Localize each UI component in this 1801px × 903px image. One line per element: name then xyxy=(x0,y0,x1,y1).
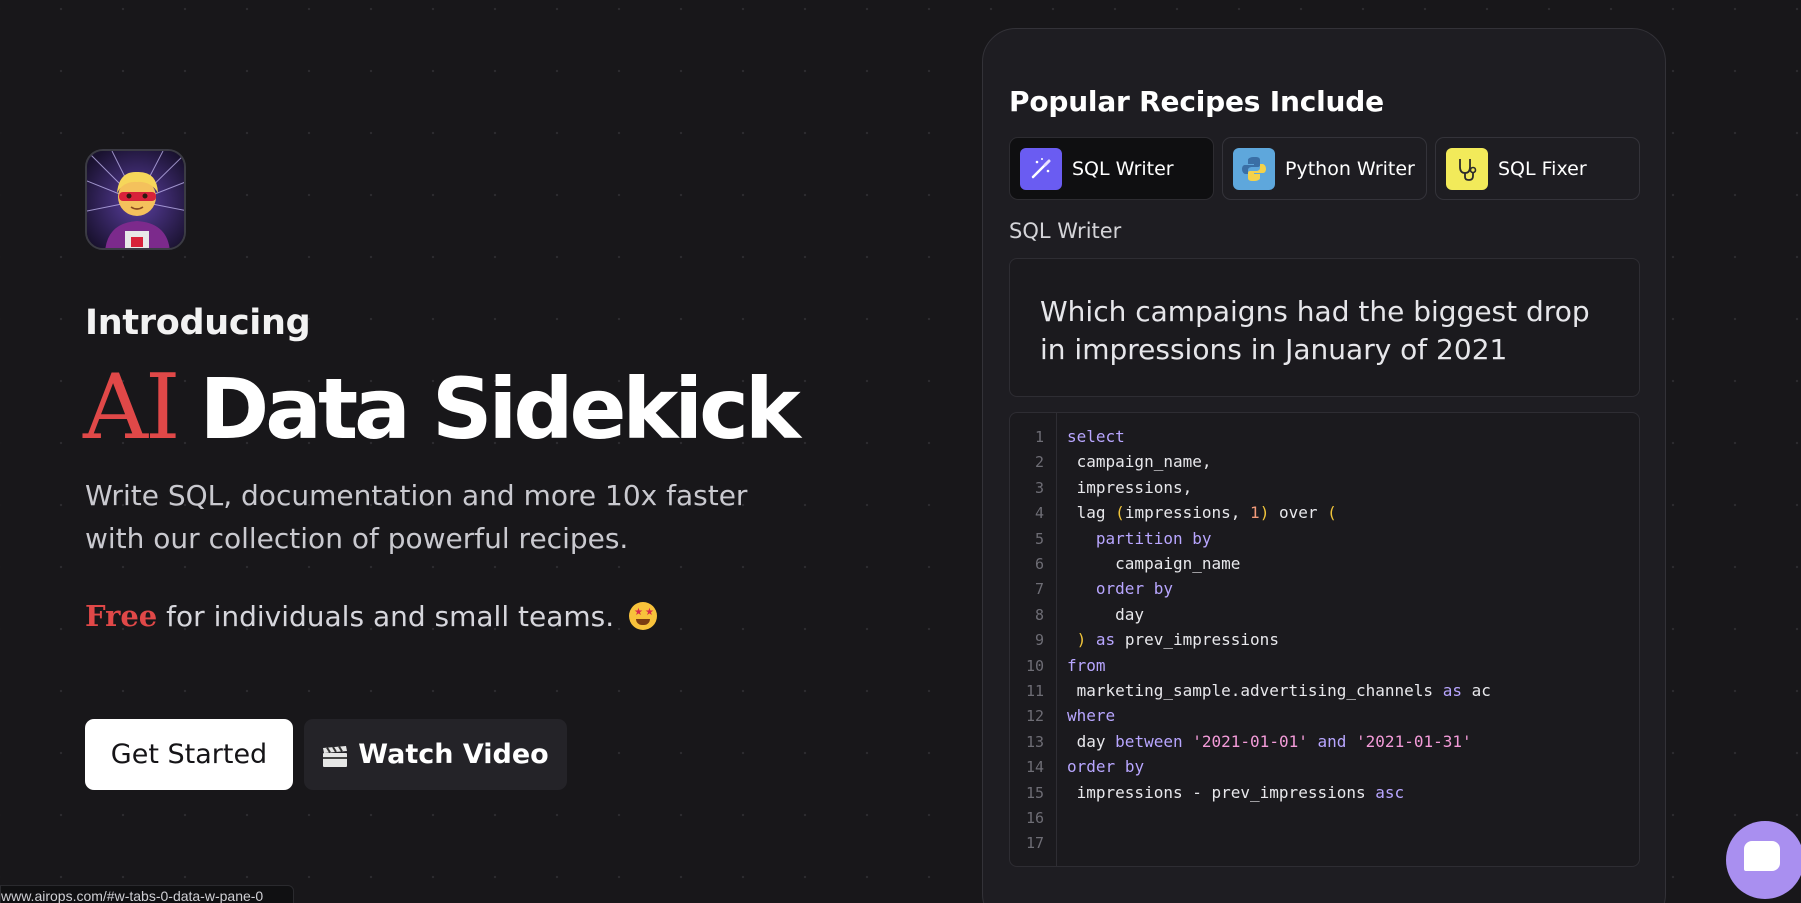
code-line: order by xyxy=(1067,757,1145,777)
code-line: day between '2021-01-01' and '2021-01-31… xyxy=(1067,731,1472,751)
code-line: lag (impressions, 1) over ( xyxy=(1067,503,1337,523)
tab-label: Python Writer xyxy=(1285,157,1415,180)
code-line: from xyxy=(1067,655,1106,675)
recipes-panel: Popular Recipes Include SQL Writer Pytho… xyxy=(982,28,1666,903)
watch-video-button[interactable]: Watch Video xyxy=(304,719,567,790)
line-number: 14 xyxy=(1025,758,1044,777)
panel-title: Popular Recipes Include xyxy=(1009,85,1384,118)
line-number: 12 xyxy=(1025,707,1044,726)
line-number: 7 xyxy=(1034,580,1044,599)
superhero-avatar-icon xyxy=(85,149,186,250)
python-icon xyxy=(1233,147,1275,190)
stethoscope-icon xyxy=(1446,147,1488,190)
code-editor: 1 2 3 4 5 6 7 8 9 10 11 12 13 14 15 16 17 select campaig… xyxy=(1009,412,1640,867)
hero-subtitle: Write SQL, documentation and more 10x fa… xyxy=(85,479,748,555)
code-line: day xyxy=(1067,604,1145,624)
code-line: partition by xyxy=(1095,528,1212,548)
watch-video-label: Watch Video xyxy=(358,739,549,770)
code-line: where xyxy=(1067,706,1116,726)
status-bar-url: www.airops.com/#w-tabs-0-data-w-pane-0 xyxy=(0,885,294,903)
line-number: 10 xyxy=(1025,656,1044,675)
headline-main: Data Sidekick xyxy=(199,360,801,458)
code-line: campaign_name, xyxy=(1067,452,1212,472)
code-line: campaign_name xyxy=(1067,554,1241,573)
code-line: impressions - prev_impressions asc xyxy=(1067,782,1405,802)
chat-widget-button[interactable] xyxy=(1726,821,1801,899)
tab-sql-writer[interactable]: SQL Writer xyxy=(1009,137,1214,200)
line-number: 3 xyxy=(1034,478,1044,497)
line-number: 4 xyxy=(1034,504,1044,523)
code-line: impressions, xyxy=(1067,477,1193,497)
line-number-gutter: 1 2 3 4 5 6 7 8 9 10 11 12 13 14 15 16 17 xyxy=(1010,413,1057,866)
line-number: 11 xyxy=(1025,682,1044,700)
tab-label: SQL Writer xyxy=(1072,157,1174,180)
prompt-text: Which campaigns had the biggest drop in … xyxy=(1009,258,1640,397)
line-number: 16 xyxy=(1025,809,1044,827)
code-line: order by xyxy=(1095,579,1173,599)
star-struck-emoji-icon: ★ ★ xyxy=(629,602,658,630)
line-number: 2 xyxy=(1034,453,1044,472)
code-line: select xyxy=(1067,427,1125,446)
intro-text: Introducing xyxy=(85,303,311,343)
line-number: 9 xyxy=(1034,631,1044,650)
line-number: 1 xyxy=(1034,428,1044,446)
code-line: ) as prev_impressions xyxy=(1076,630,1279,650)
chat-bubble-icon xyxy=(1744,841,1780,871)
tab-python-writer[interactable]: Python Writer xyxy=(1222,137,1427,200)
line-number: 6 xyxy=(1034,555,1044,573)
line-number: 15 xyxy=(1025,783,1044,802)
line-number: 5 xyxy=(1034,529,1044,548)
pricing-note: Free for individuals and small teams. ★ … xyxy=(85,599,658,633)
tab-label: SQL Fixer xyxy=(1498,157,1587,180)
clapperboard-icon xyxy=(322,744,348,767)
pricing-note-text: for individuals and small teams. xyxy=(157,600,615,633)
section-label: SQL Writer xyxy=(1009,219,1122,243)
page-title: AI Data Sidekick xyxy=(83,355,801,460)
code-line: marketing_sample.advertising_channels as… xyxy=(1067,681,1491,700)
line-number: 17 xyxy=(1025,834,1044,853)
get-started-button[interactable]: Get Started xyxy=(85,719,293,790)
free-word: Free xyxy=(85,599,158,633)
tab-sql-fixer[interactable]: SQL Fixer xyxy=(1435,137,1640,200)
line-number: 13 xyxy=(1025,732,1044,751)
magic-wand-icon xyxy=(1020,147,1062,190)
line-number: 8 xyxy=(1034,605,1044,624)
hero-section: Introducing AI Data Sidekick Write SQL, d… xyxy=(83,0,885,903)
headline-accent: AI xyxy=(83,355,181,460)
